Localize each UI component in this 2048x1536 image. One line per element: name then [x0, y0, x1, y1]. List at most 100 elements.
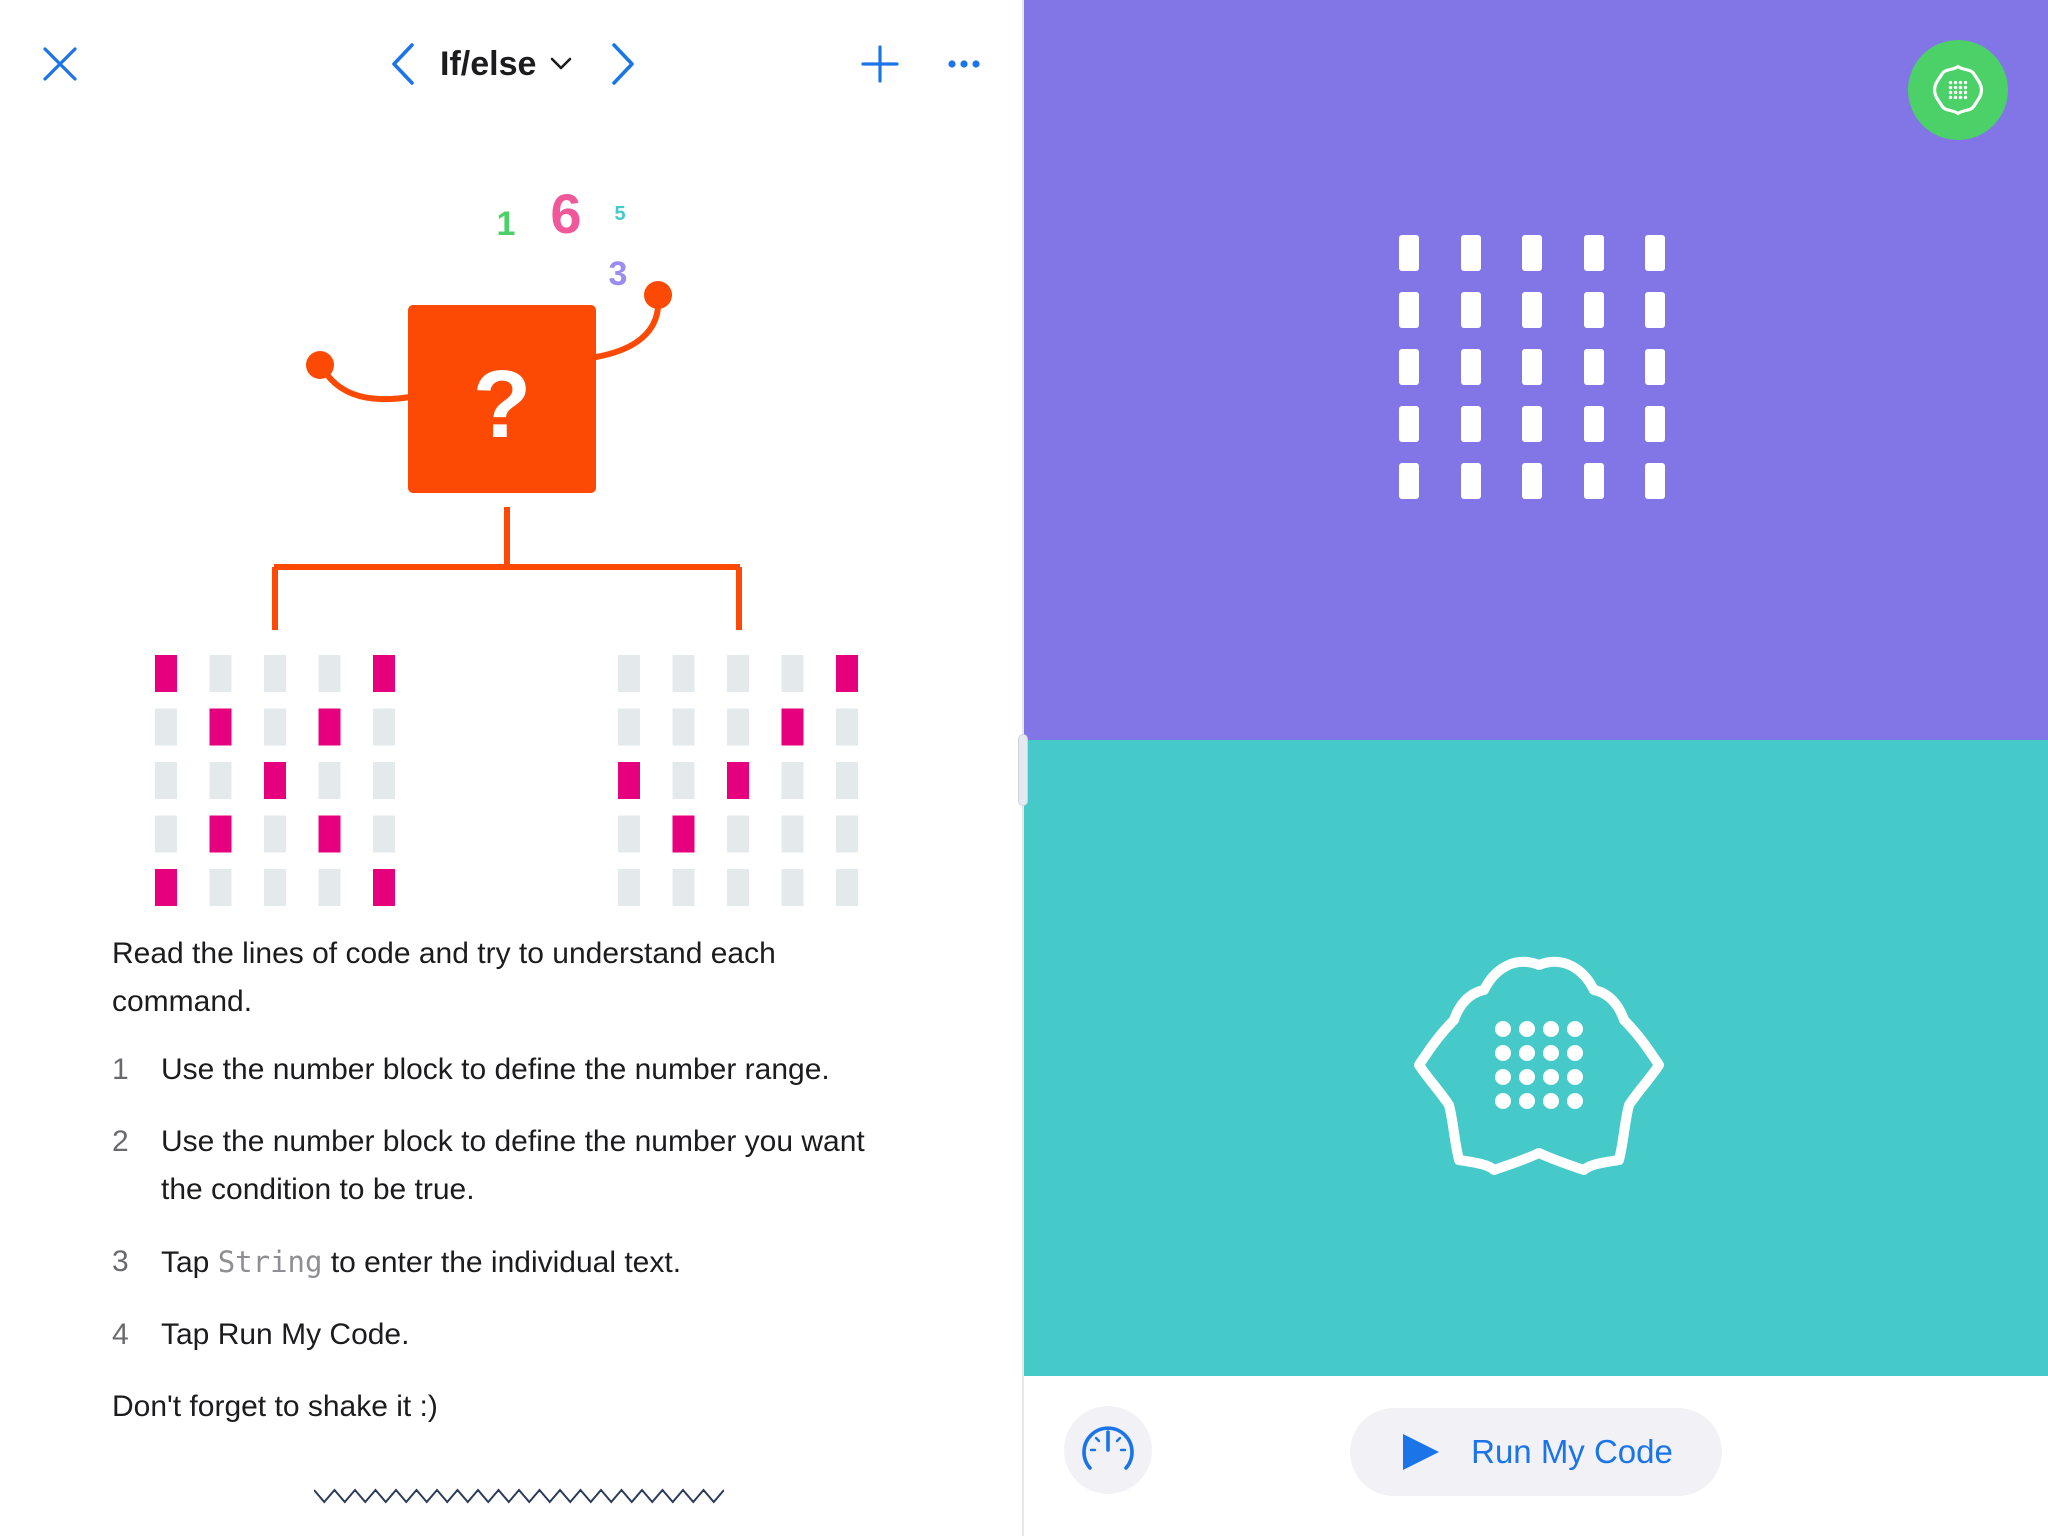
led-off: [781, 762, 804, 799]
previous-page-button[interactable]: [378, 38, 428, 90]
live-view-pane: Run My Code: [1024, 0, 2048, 1536]
led-off: [209, 655, 232, 692]
instructions-pane: If/else 1 6 5 3 ? Read the lines of code…: [0, 0, 1022, 1536]
led-off: [318, 655, 341, 692]
led-off: [836, 869, 858, 906]
left-led-pattern: [155, 655, 395, 906]
run-my-code-button[interactable]: Run My Code: [1350, 1408, 1722, 1496]
led-off: [727, 708, 749, 746]
step-text: Use the number block to define the numbe…: [161, 1053, 830, 1086]
led-display-stage: [1024, 0, 2048, 740]
led-pixel: [1460, 235, 1481, 271]
led-off: [373, 708, 395, 746]
led-on: [318, 708, 341, 746]
number-3: 3: [609, 255, 628, 293]
led-pixel: [1645, 406, 1665, 442]
more-options-button[interactable]: [938, 38, 990, 90]
led-off: [836, 708, 858, 746]
led-pixel: [1522, 406, 1542, 442]
led-pixel: [1399, 349, 1419, 385]
led-on: [727, 762, 749, 799]
led-pixel: [1645, 235, 1665, 271]
led-off: [836, 815, 858, 853]
page-title: If/else: [440, 44, 537, 83]
led-off: [155, 762, 177, 799]
led-off: [155, 815, 177, 853]
close-button[interactable]: [30, 38, 90, 90]
step-4: 4 Tap Run My Code.: [112, 1311, 912, 1359]
if-else-illustration: 1 6 5 3 ?: [155, 182, 858, 906]
next-page-button[interactable]: [598, 38, 648, 90]
add-button[interactable]: [854, 38, 906, 90]
led-pixel: [1522, 349, 1542, 385]
play-icon: [1403, 1434, 1440, 1470]
microbit-device-icon: [1414, 956, 1664, 1175]
led-pixel: [1399, 463, 1419, 499]
run-my-code-label: Run My Code: [1471, 1433, 1673, 1470]
led-off: [781, 869, 804, 906]
string-code-keyword[interactable]: String: [218, 1245, 323, 1279]
led-pixel: [1583, 406, 1604, 442]
led-pixel: [1460, 292, 1481, 328]
led-off: [264, 869, 286, 906]
led-off: [618, 655, 640, 692]
led-pixel: [1399, 406, 1419, 442]
number-6: 6: [550, 182, 581, 245]
step-number: 1: [112, 1053, 129, 1086]
led-on: [155, 655, 177, 692]
led-on: [672, 815, 695, 853]
led-pixel: [1460, 349, 1481, 385]
step-2: 2 Use the number block to define the num…: [112, 1118, 912, 1214]
led-on: [209, 708, 232, 746]
led-matrix: [1399, 235, 1699, 505]
ellipsis-icon: [948, 60, 980, 68]
led-off: [264, 708, 286, 746]
led-off: [373, 815, 395, 853]
led-off: [672, 655, 695, 692]
led-on: [318, 815, 341, 853]
chevron-right-icon: [612, 43, 634, 85]
led-pixel: [1460, 406, 1481, 442]
led-off: [318, 762, 341, 799]
led-pixel: [1460, 463, 1481, 499]
split-view-handle[interactable]: [1018, 734, 1028, 806]
led-pixel: [1583, 463, 1604, 499]
led-on: [264, 762, 286, 799]
live-view-toolbar: Run My Code: [1024, 1376, 2048, 1536]
led-pixel: [1583, 292, 1604, 328]
right-led-pattern: [618, 655, 858, 906]
led-pixel: [1645, 349, 1665, 385]
led-pixel: [1522, 235, 1542, 271]
intro-text: Read the lines of code and try to unders…: [112, 937, 776, 1018]
led-off: [209, 762, 232, 799]
closing-text: Don't forget to shake it :): [112, 1390, 438, 1423]
condition-symbol: ?: [473, 351, 532, 458]
step-text-before: Tap: [161, 1246, 218, 1279]
led-off: [727, 869, 749, 906]
step-text: Tap String to enter the individual text.: [161, 1238, 912, 1287]
led-off: [618, 815, 640, 853]
led-on: [209, 815, 232, 853]
led-pixel: [1522, 292, 1542, 328]
number-1: 1: [497, 205, 516, 243]
microbit-icon: [1932, 64, 1984, 116]
speed-button[interactable]: [1064, 1406, 1152, 1494]
instructions-text: Read the lines of code and try to unders…: [112, 930, 912, 1431]
led-off: [727, 815, 749, 853]
led-pixel: [1522, 463, 1542, 499]
page-bottom-zigzag: [314, 1488, 724, 1504]
microbit-connect-button[interactable]: [1908, 40, 2008, 140]
page-title-dropdown[interactable]: If/else: [440, 38, 590, 90]
led-on: [373, 655, 395, 692]
led-pixel: [1645, 292, 1665, 328]
step-number: 4: [112, 1318, 129, 1351]
led-off: [727, 655, 749, 692]
led-off: [264, 815, 286, 853]
led-pixel: [1583, 235, 1604, 271]
led-on: [781, 708, 804, 746]
led-off: [318, 869, 341, 906]
led-on: [618, 762, 640, 799]
close-icon: [43, 47, 77, 81]
led-off: [672, 869, 695, 906]
led-off: [209, 869, 232, 906]
